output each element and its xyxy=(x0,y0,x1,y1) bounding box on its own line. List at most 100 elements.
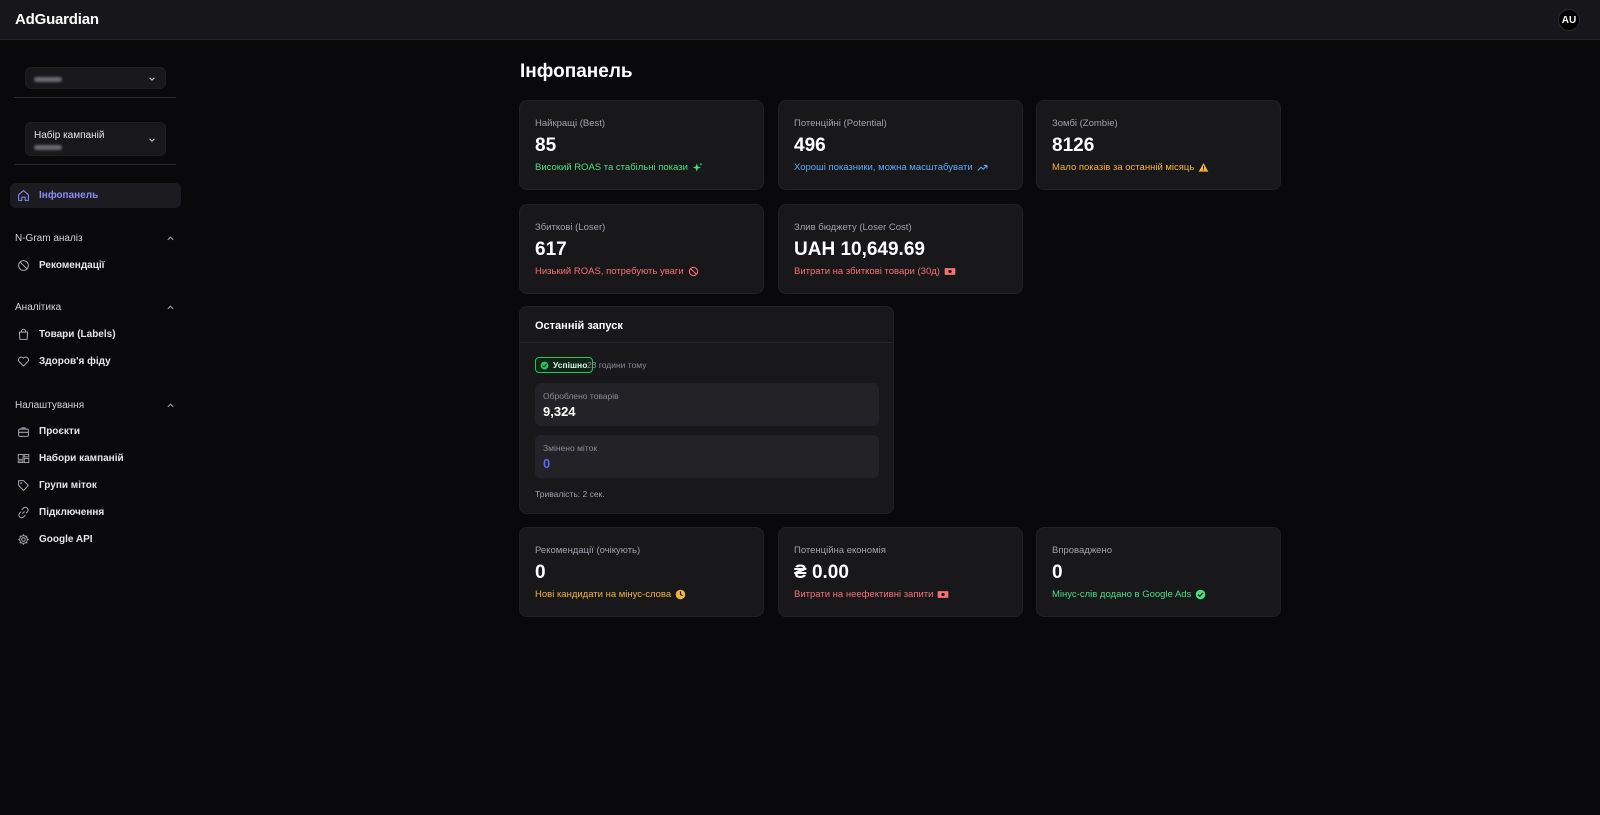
sidebar-item-recommendations[interactable]: Рекомендації xyxy=(10,253,181,278)
metric-card-loser-cost[interactable]: Злив бюджету (Loser Cost) UAH 10,649.69 … xyxy=(778,204,1023,294)
check-circle-icon xyxy=(540,361,549,369)
sidebar-item-label: Набори кампаній xyxy=(39,453,124,464)
metric-card-loser[interactable]: Збиткові (Loser) 617 Низький ROAS, потре… xyxy=(519,204,764,294)
shopping-bag-icon xyxy=(16,328,30,342)
sidebar-item-label: Google API xyxy=(39,534,93,545)
chevron-up-icon xyxy=(167,403,174,408)
card-value: 617 xyxy=(535,239,567,260)
card-title: Рекомендації (очікують) xyxy=(535,545,641,556)
sidebar-item-campaign-sets[interactable]: Набори кампаній xyxy=(10,446,181,471)
money-icon xyxy=(944,268,956,275)
sidebar-item-label: Групи міток xyxy=(39,480,97,491)
card-subtitle-text: Мало показів за останній місяць xyxy=(1052,162,1195,173)
home-icon xyxy=(16,189,30,203)
card-subtitle-text: Витрати на неефективні запити xyxy=(794,589,934,600)
gear-icon xyxy=(16,533,30,547)
sidebar-item-label-groups[interactable]: Групи міток xyxy=(10,473,181,498)
card-value: 85 xyxy=(535,135,557,156)
last-run-card: Останній запуск Успішно 23 години тому О… xyxy=(519,306,894,514)
section-ngram[interactable]: N-Gram аналіз xyxy=(15,233,175,244)
ban-icon xyxy=(16,259,30,273)
section-label: Налаштування xyxy=(15,400,85,411)
top-bar: AdGuardian AU xyxy=(0,0,1600,40)
sidebar-item-products[interactable]: Товари (Labels) xyxy=(10,322,181,347)
sidebar-item-dashboard[interactable]: Інфопанель xyxy=(10,183,181,208)
changed-label: Змінено міток xyxy=(543,443,598,453)
card-value: 0 xyxy=(535,562,546,583)
card-title: Потенційні (Potential) xyxy=(794,118,887,129)
card-value: UAH 10,649.69 xyxy=(794,239,925,260)
sidebar-item-label: Здоров'я фіду xyxy=(39,356,111,367)
chevron-down-icon xyxy=(149,77,155,81)
sidebar-divider xyxy=(14,164,176,165)
card-subtitle: Хороші показники, можна масштабувати xyxy=(794,162,988,173)
status-text: Успішно xyxy=(553,360,588,370)
card-subtitle-text: Витрати на збиткові товари (30д) xyxy=(794,266,940,277)
sidebar-item-label: Рекомендації xyxy=(39,260,105,271)
sidebar-item-feed-health[interactable]: Здоров'я фіду xyxy=(10,349,181,374)
card-subtitle: Витрати на неефективні запити xyxy=(794,589,949,600)
sidebar-item-label: Проєкти xyxy=(39,426,80,437)
card-subtitle: Високий ROAS та стабільні покази xyxy=(535,162,703,173)
card-value: ₴ 0.00 xyxy=(794,562,849,583)
tag-icon xyxy=(16,479,30,493)
last-run-title: Останній запуск xyxy=(535,320,623,332)
card-value: 496 xyxy=(794,135,826,156)
trending-up-icon xyxy=(977,164,988,171)
metric-card-potential[interactable]: Потенційні (Potential) 496 Хороші показн… xyxy=(778,100,1023,190)
section-settings[interactable]: Налаштування xyxy=(15,400,175,411)
changed-value: 0 xyxy=(543,456,551,471)
metric-card-potential-savings[interactable]: Потенційна економія ₴ 0.00 Витрати на не… xyxy=(778,527,1023,617)
metric-card-best[interactable]: Найкращі (Best) 85 Високий ROAS та стабі… xyxy=(519,100,764,190)
campaign-set-select[interactable]: Набір кампаній xyxy=(25,122,166,156)
sidebar-item-label: Інфопанель xyxy=(39,190,99,201)
card-title: Зомбі (Zombie) xyxy=(1052,118,1118,129)
metric-card-implemented[interactable]: Впроваджено 0 Мінус-слів додано в Google… xyxy=(1036,527,1281,617)
run-time-ago: 23 години тому xyxy=(587,360,647,370)
card-subtitle-text: Мінус-слів додано в Google Ads xyxy=(1052,589,1192,600)
ban-icon xyxy=(688,266,698,277)
card-title: Впроваджено xyxy=(1052,545,1112,556)
link-icon xyxy=(16,506,30,520)
sidebar-item-label: Підключення xyxy=(39,507,105,518)
sidebar-item-google-api[interactable]: Google API xyxy=(10,527,181,552)
card-subtitle: Витрати на збиткові товари (30д) xyxy=(794,266,956,277)
chevron-down-icon xyxy=(149,138,155,142)
run-duration: Тривалість: 2 сек. xyxy=(535,489,605,499)
sparkles-icon xyxy=(692,162,703,172)
layers-icon xyxy=(16,452,30,466)
sidebar-item-label: Товари (Labels) xyxy=(39,329,116,340)
briefcase-icon xyxy=(16,425,30,439)
sidebar-divider xyxy=(14,97,176,98)
card-subtitle: Нові кандидати на мінус-слова xyxy=(535,589,686,600)
chevron-up-icon xyxy=(167,236,174,241)
card-title: Найкращі (Best) xyxy=(535,118,606,129)
campaign-set-value xyxy=(34,145,62,150)
warning-icon xyxy=(1199,163,1209,172)
section-label: N-Gram аналіз xyxy=(15,233,83,244)
brand-logo[interactable]: AdGuardian xyxy=(15,11,99,28)
metric-card-zombie[interactable]: Зомбі (Zombie) 8126 Мало показів за оста… xyxy=(1036,100,1281,190)
card-title: Потенційна економія xyxy=(794,545,886,556)
chevron-up-icon xyxy=(167,305,174,310)
project-select[interactable] xyxy=(25,67,166,89)
processed-stat: Оброблено товарів 9,324 xyxy=(535,383,879,426)
section-label: Аналітика xyxy=(15,302,62,313)
card-subtitle-text: Низький ROAS, потребують уваги xyxy=(535,266,684,277)
section-analytics[interactable]: Аналітика xyxy=(15,302,175,313)
clock-icon xyxy=(675,589,686,600)
sidebar-item-connections[interactable]: Підключення xyxy=(10,500,181,525)
card-subtitle-text: Нові кандидати на мінус-слова xyxy=(535,589,672,600)
card-value: 8126 xyxy=(1052,135,1095,156)
card-subtitle-text: Високий ROAS та стабільні покази xyxy=(535,162,688,173)
card-subtitle-text: Хороші показники, можна масштабувати xyxy=(794,162,973,173)
card-value: 0 xyxy=(1052,562,1063,583)
check-circle-icon xyxy=(1196,589,1206,600)
metric-card-recommendations[interactable]: Рекомендації (очікують) 0 Нові кандидати… xyxy=(519,527,764,617)
last-run-header: Останній запуск xyxy=(520,307,893,343)
card-subtitle: Мало показів за останній місяць xyxy=(1052,162,1209,173)
card-subtitle: Низький ROAS, потребують уваги xyxy=(535,266,699,277)
project-select-value xyxy=(34,77,62,82)
avatar[interactable]: AU xyxy=(1558,9,1580,31)
sidebar-item-projects[interactable]: Проєкти xyxy=(10,419,181,444)
